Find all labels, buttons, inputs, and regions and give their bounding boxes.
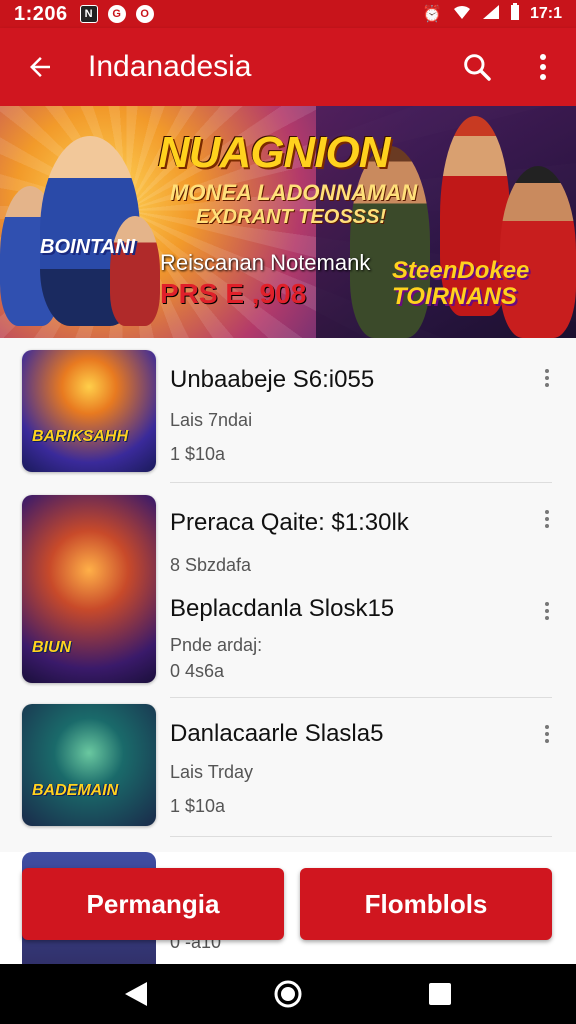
list-item-meta: 0 4s6a [170,661,225,681]
list-item-title: Unbaabeje S6:i055 [170,366,375,393]
notification-g-icon: G [107,5,126,23]
banner-subtitle-3: Reiscanan Notemank [160,250,371,275]
list-item-menu-button[interactable] [536,597,558,625]
notification-icons: N G O [79,5,154,23]
thumbnail-label: BIUN [32,639,72,657]
battery-icon [510,2,520,26]
list-divider [170,482,552,483]
list-item-thumbnail: BADEMAIN [22,704,156,826]
list-item-title: Danlacaarle Slasla5 [170,720,384,747]
nav-recents-icon [429,983,451,1005]
thumbnail-label: BARIKSAHH [32,428,128,446]
back-button[interactable] [0,28,80,106]
search-icon [464,54,491,81]
signal-icon [482,4,500,25]
list-item-thumbnail: BIUN [22,495,156,683]
thumbnail-label: BADEMAIN [32,782,119,800]
app-bar: Indanadesia [0,28,576,106]
list-item-subtitle: Lais 7ndai [170,410,253,430]
nav-back-button[interactable] [106,964,166,1024]
alarm-icon: ⏰ [422,6,442,23]
notification-n-icon: N [79,5,98,23]
banner-right-line-2: TOIRNANS [392,283,517,311]
list-item-thumbnail: BARIKSAHH [22,350,156,472]
list-item-subtitle: 8 Sbzdafa [170,555,252,575]
arrow-back-icon [30,57,50,77]
list-item-subtitle: Lais Trday [170,762,254,782]
status-right: ⏰ 17:1 [422,2,562,26]
permangia-button[interactable]: Permangia [22,868,284,940]
more-vert-icon [540,54,546,80]
nav-home-button[interactable] [258,964,318,1024]
banner-player-3 [500,166,576,338]
nav-home-icon [274,980,302,1008]
notification-o-icon: O [135,5,154,23]
list-item-meta: 1 $10a [170,444,226,464]
list-divider [170,697,552,698]
promo-banner[interactable]: NUAGNION MONEA LADONNAMAN EXDRANT TEOSSS… [0,106,576,338]
status-time: 1:206 [14,2,68,25]
list-item-title: Beplacdanla Slosk15 [170,595,395,622]
status-time-right: 17:1 [529,5,562,22]
flomblols-button[interactable]: Flomblols [300,868,552,940]
banner-right-title: SteenDokee TOIRNANS [392,257,530,311]
list-item-meta: 1 $10a [170,796,226,816]
page-title: Indanadesia [88,50,252,83]
bottom-action-bar: 0 -a10 Permangia Flomblols [0,852,576,964]
banner-badge: BOINTANI [40,236,136,258]
list-item-menu-button[interactable] [536,505,558,533]
banner-subtitle-2: EXDRANT TEOSSS! [196,206,387,228]
list-item-subtitle: Pnde ardaj: [170,635,263,655]
banner-subtitle-1: MONEA LADONNAMAN [170,180,418,205]
nav-recents-button[interactable] [410,964,470,1024]
list-item-menu-button[interactable] [536,364,558,392]
banner-headline: NUAGNION [158,128,391,177]
overflow-menu-button[interactable] [510,28,576,106]
banner-prize: PRS E ,908 [160,278,307,309]
system-nav-bar [0,964,576,1024]
wifi-icon [452,4,472,25]
list-divider [170,836,552,837]
list-item-menu-button[interactable] [536,720,558,748]
banner-right-line-1: SteenDokee [392,257,530,284]
tournament-list: BARIKSAHH Unbaabeje S6:i055 Lais 7ndai 1… [0,338,576,852]
search-button[interactable] [444,28,510,106]
nav-back-icon [125,982,147,1006]
list-item-title: Preraca Qaite: $1:30lk [170,509,409,536]
status-bar: 1:206 N G O ⏰ 17:1 [0,0,576,28]
banner-hero-small [110,216,160,326]
